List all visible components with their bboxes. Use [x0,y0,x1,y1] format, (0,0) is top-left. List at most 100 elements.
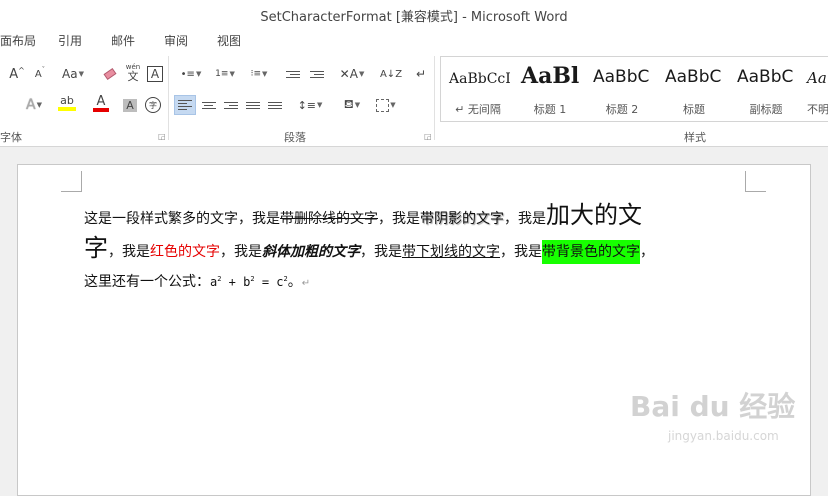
font-color-icon: A [96,93,106,109]
justify-icon [246,99,260,111]
grow-font-button[interactable]: A ^ [6,64,28,84]
char-border-icon: A [146,66,164,82]
sort-button[interactable]: A↓Z [380,64,402,84]
style-title[interactable]: AaBbC 标题 [659,59,729,117]
char-shading-button[interactable]: A [122,95,138,115]
text-run: 这里还有一个公式： [84,274,210,290]
large-text: 加大的文 [546,201,642,229]
char-border-button[interactable]: A [146,64,164,84]
ribbon: A ^ Aˇ Aa ▼ wén 文 A A ▼ ab A A 字 字体 ◲ •≡ ▼ 1… [0,52,828,147]
line-spacing-button[interactable]: ↕≡ ▼ [294,95,326,115]
align-center-button[interactable] [198,95,220,115]
highlight-color-bar [58,107,76,111]
ribbon-tabs: 面布局 引用 邮件 审阅 视图 [0,28,828,52]
style-heading-1[interactable]: AaBl 标题 1 [515,59,585,117]
text-run: 这是一段样式繁多的文字，我是 [84,211,280,227]
justify-button[interactable] [242,95,264,115]
borders-icon [376,98,390,112]
shading-button[interactable]: ⛾ ▼ [336,95,368,115]
increase-indent-button[interactable] [306,64,328,84]
tab-view[interactable]: 视图 [217,32,241,49]
font-color-button[interactable]: A [86,93,116,113]
text-run: ，我是 [220,244,262,260]
large-text: 字 [84,234,108,262]
decrease-indent-button[interactable] [282,64,304,84]
font-group-label: 字体 [0,131,22,144]
style-no-spacing[interactable]: AaBbCcI ↵ 无间隔 [443,59,513,117]
paragraph-mark-icon: ↵ [415,67,427,81]
phonetic-guide-button[interactable]: wén 文 [122,62,144,82]
text-run: ，我是 [500,244,542,260]
numbering-button[interactable]: 1≡ ▼ [210,64,240,84]
text-effects-button[interactable]: A ▼ [20,95,48,115]
highlight-button[interactable]: ab [52,93,82,113]
document-page[interactable]: 这是一段样式繁多的文字，我是带删除线的文字，我是带阴影的文字，我是加大的文 字，… [17,164,811,496]
styles-group-label: 样式 [684,131,706,144]
change-case-button[interactable]: Aa ▼ [58,64,88,84]
style-subtitle[interactable]: AaBbC 副标题 [731,59,801,117]
clear-format-button[interactable] [100,64,120,84]
formula: a2 + b2 = c2 [210,275,288,289]
chinese-layout-icon: ✕A [339,67,358,81]
line-spacing-icon: ↕≡ [297,98,317,112]
numbering-icon: 1≡ [215,69,229,79]
shrink-font-icon: A [34,68,42,80]
text-effects-icon: A [26,97,36,113]
shrink-font-button[interactable]: Aˇ [30,64,50,84]
style-heading-2[interactable]: AaBbC 标题 2 [587,59,657,117]
font-color-bar [93,107,109,112]
tab-page-layout[interactable]: 面布局 [0,32,36,49]
borders-button[interactable]: ▼ [370,95,402,115]
tab-mailings[interactable]: 邮件 [111,32,135,49]
margin-corner-top-right [745,171,766,192]
bullets-icon: •≡ [180,68,195,80]
highlight-icon: ab [60,94,74,107]
distribute-button[interactable] [264,95,286,115]
group-separator [434,56,435,140]
multilevel-list-icon: ⁝≡ [250,69,261,79]
chinese-layout-button[interactable]: ✕A ▼ [336,64,368,84]
paragraph-mark-icon: ↵ [301,278,311,289]
text-run: ，我是 [360,244,402,260]
increase-indent-icon [310,68,324,80]
highlighted-text: 带背景色的文字 [542,240,640,264]
strikethrough-text: 带删除线的文字 [280,211,378,227]
text-run: 。 [287,274,302,290]
decrease-indent-icon [286,68,300,80]
paint-bucket-icon: ⛾ [343,97,354,111]
align-center-icon [202,99,216,111]
text-run: ， [640,244,654,260]
styles-gallery: AaBbCcI ↵ 无间隔 AaBl 标题 1 AaBbC 标题 2 AaBbC… [440,56,828,122]
text-run: ，我是 [108,244,150,260]
paragraph-group-label: 段落 [284,131,306,144]
title-bar: SetCharacterFormat [兼容模式] - Microsoft Wo… [0,0,828,28]
bullets-button[interactable]: •≡ ▼ [176,64,206,84]
shadow-text: 带阴影的文字 [420,211,504,227]
tab-references[interactable]: 引用 [58,32,82,49]
align-right-button[interactable] [220,95,242,115]
document-area: 这是一段样式繁多的文字，我是带删除线的文字，我是带阴影的文字，我是加大的文 字，… [0,147,828,496]
eraser-icon [103,67,117,81]
paragraph-dialog-launcher-icon[interactable]: ◲ [424,132,432,141]
window-title: SetCharacterFormat [兼容模式] - Microsoft Wo… [260,10,568,25]
margin-corner-top-left [61,171,82,192]
multilevel-list-button[interactable]: ⁝≡ ▼ [244,64,274,84]
style-subtle-emphasis[interactable]: Aa 不明 [803,59,828,117]
text-run: ，我是 [378,211,420,227]
bold-italic-text: 斜体加粗的文字 [262,244,360,260]
enclose-char-button[interactable]: 字 [144,95,162,115]
enclose-char-icon: 字 [145,97,161,113]
underlined-text: 带下划线的文字 [402,244,500,260]
red-text: 红色的文字 [150,244,220,260]
phonetic-icon: 文 [127,70,139,83]
show-marks-button[interactable]: ↵ [412,64,430,84]
sort-icon: A↓Z [379,68,403,80]
tab-review[interactable]: 审阅 [164,32,188,49]
char-shading-icon: A [123,98,137,112]
group-separator [168,56,169,140]
distribute-icon [268,99,282,111]
text-run: ，我是 [504,211,546,227]
document-text[interactable]: 这是一段样式繁多的文字，我是带删除线的文字，我是带阴影的文字，我是加大的文 字，… [84,201,734,297]
font-dialog-launcher-icon[interactable]: ◲ [158,132,166,141]
align-left-button[interactable] [174,95,196,115]
